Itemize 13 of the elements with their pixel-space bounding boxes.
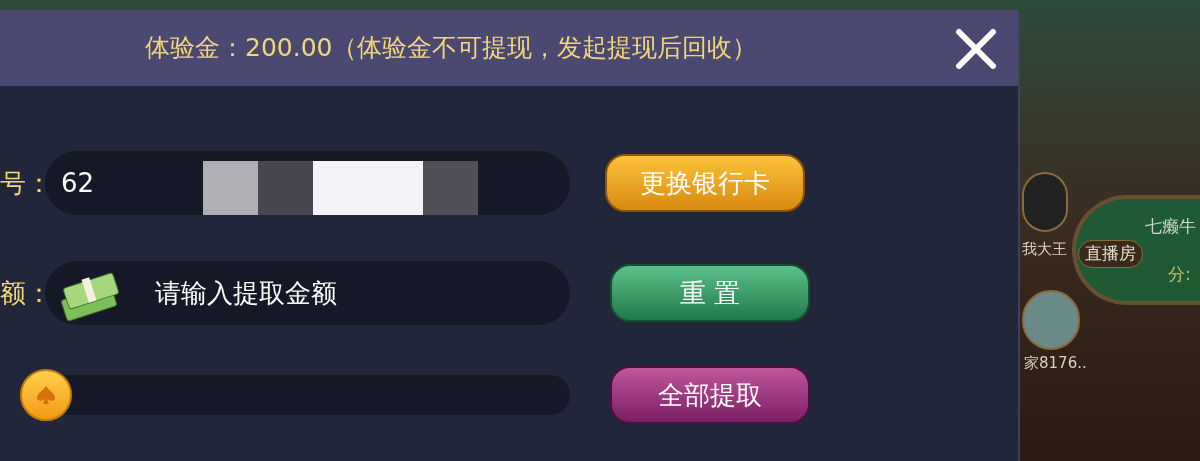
header-notice: 体验金：200.00（体验金不可提现，发起提现后回收）	[145, 32, 758, 65]
player-name: 我大王	[1022, 239, 1067, 260]
card-number-field[interactable]: 62	[45, 151, 570, 215]
room-badge: 直播房	[1078, 240, 1143, 268]
player-name: 家8176..	[1024, 353, 1087, 374]
table-score: 分:	[1168, 263, 1191, 286]
action-button[interactable]: 重 置	[610, 264, 810, 322]
action-button[interactable]: 全部提取	[610, 366, 810, 424]
slider-thumb[interactable]	[20, 369, 72, 421]
close-icon[interactable]	[955, 28, 997, 70]
table-title: 七癞牛	[1145, 215, 1196, 238]
amount-slider[interactable]	[20, 368, 570, 422]
amount-input-field[interactable]: 请输入提取金额	[45, 261, 570, 325]
